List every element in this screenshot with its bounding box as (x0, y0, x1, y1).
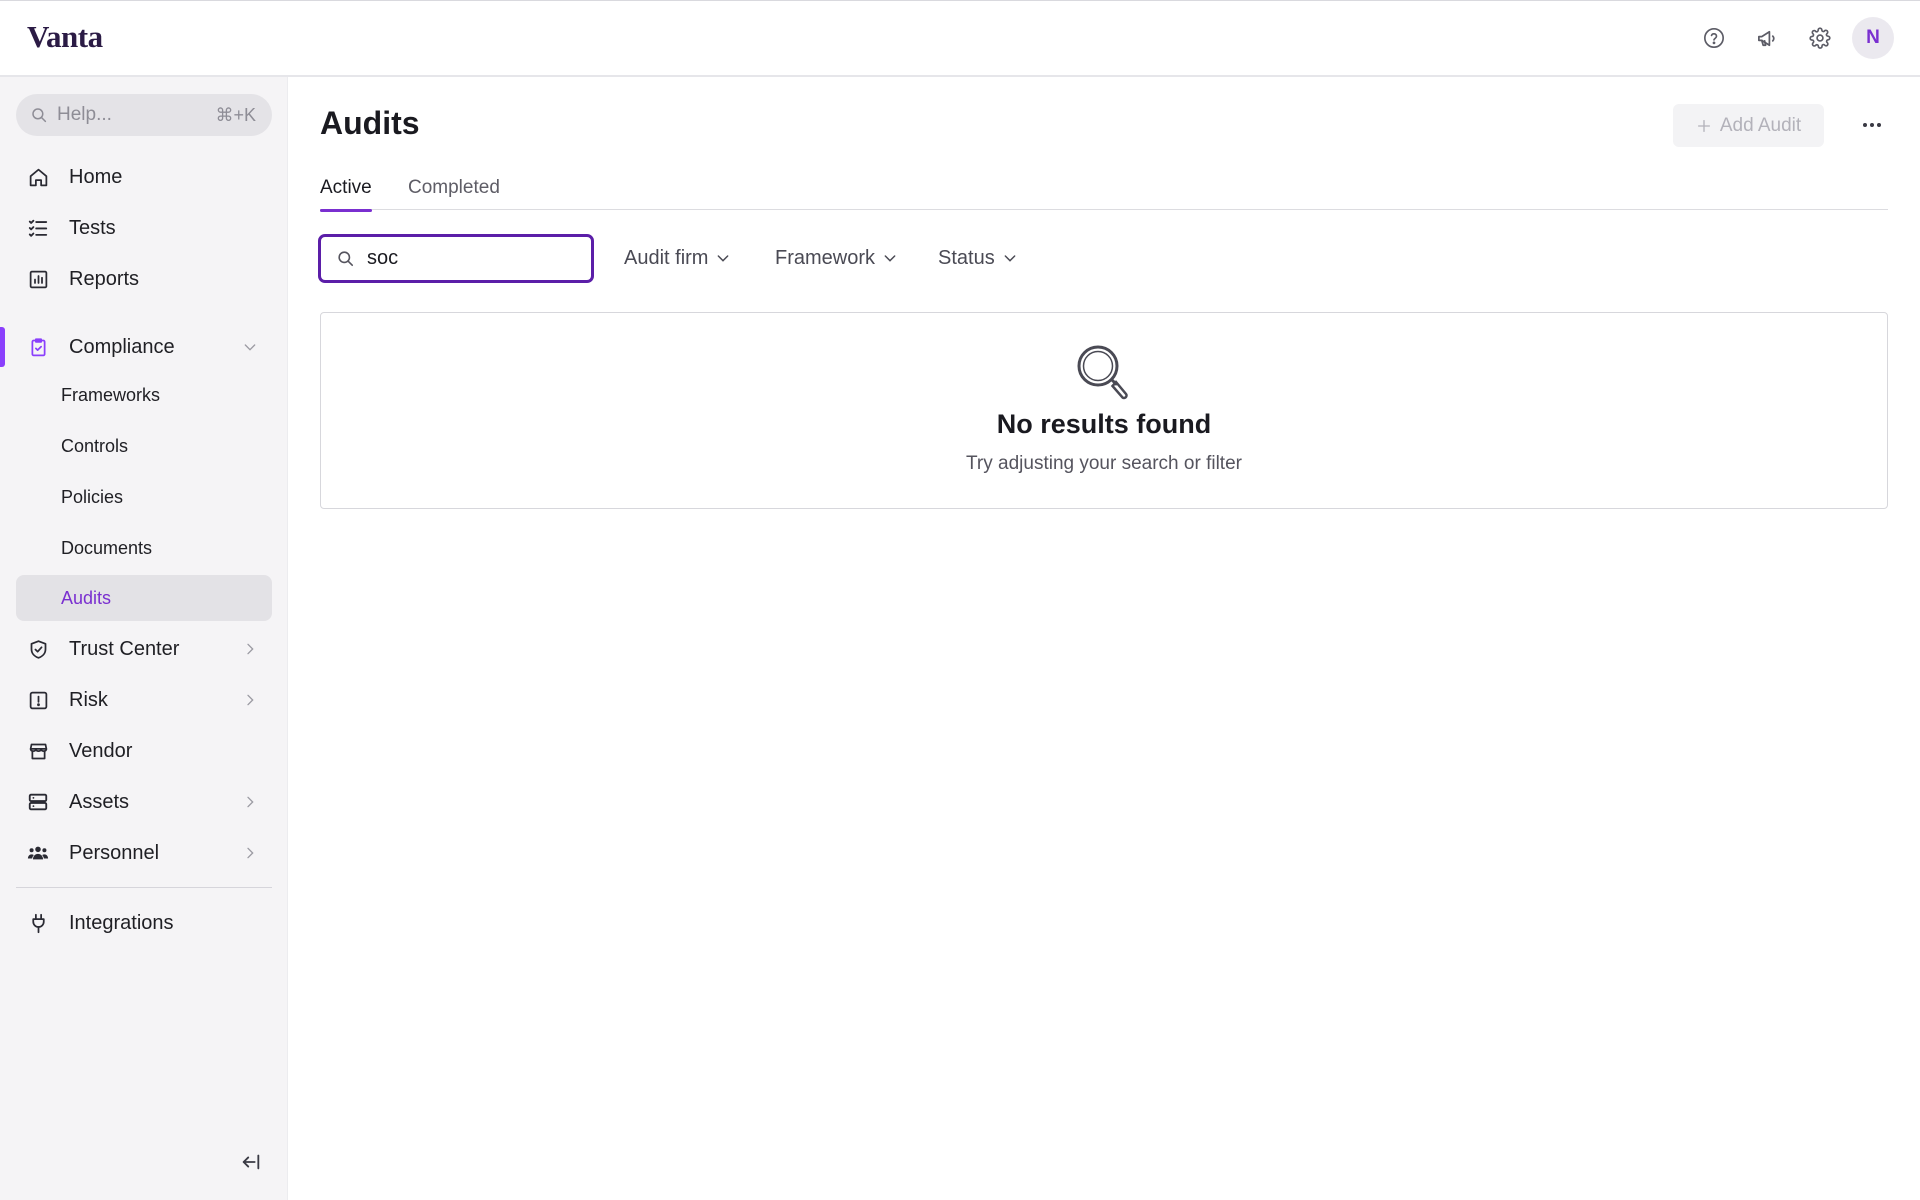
keyboard-shortcut: ⌘+K (215, 104, 256, 125)
sidebar-item-compliance[interactable]: Compliance (16, 324, 272, 370)
sidebar-item-documents[interactable]: Documents (16, 525, 272, 571)
framework-filter[interactable]: Framework (775, 240, 898, 276)
sidebar-item-frameworks[interactable]: Frameworks (16, 372, 272, 418)
chevron-right-icon[interactable] (240, 639, 260, 659)
sidebar-item-label: Frameworks (61, 384, 161, 405)
sidebar-item-vendor[interactable]: Vendor (16, 728, 272, 774)
tab-active[interactable]: Active (320, 177, 372, 212)
filter-label: Framework (775, 246, 876, 269)
chevron-down-icon[interactable] (240, 337, 260, 357)
megaphone-icon[interactable] (1746, 17, 1788, 59)
chevron-down-icon (882, 250, 898, 266)
sidebar-item-label: Assets (69, 790, 130, 813)
sidebar: Help... ⌘+K Home Tests Reports Complianc… (0, 77, 288, 1200)
sidebar-item-policies[interactable]: Policies (16, 474, 272, 520)
chevron-right-icon[interactable] (240, 843, 260, 863)
help-circle-icon[interactable] (1693, 17, 1735, 59)
sidebar-item-label: Risk (69, 688, 108, 711)
empty-state-subtitle: Try adjusting your search or filter (966, 453, 1242, 474)
sidebar-item-label: Home (69, 165, 123, 188)
tab-completed[interactable]: Completed (408, 177, 500, 210)
alert-square-icon (26, 688, 50, 712)
filter-label: Status (938, 246, 995, 269)
sidebar-item-reports[interactable]: Reports (16, 256, 272, 302)
more-options-icon[interactable] (1852, 107, 1892, 143)
sidebar-item-assets[interactable]: Assets (16, 779, 272, 825)
sidebar-item-label: Personnel (69, 841, 160, 864)
home-icon (26, 165, 50, 189)
active-indicator (0, 327, 5, 367)
chevron-down-icon (1002, 250, 1018, 266)
chevron-right-icon[interactable] (240, 792, 260, 812)
search-icon (30, 106, 48, 124)
collapse-sidebar-icon[interactable] (236, 1147, 266, 1177)
shield-check-icon (26, 637, 50, 661)
search-icon (336, 249, 355, 268)
sidebar-item-label: Reports (69, 267, 140, 290)
checklist-icon (26, 216, 50, 240)
sidebar-item-label: Vendor (69, 739, 133, 762)
gear-icon[interactable] (1799, 17, 1841, 59)
sidebar-item-trust-center[interactable]: Trust Center (16, 626, 272, 672)
vanta-logo[interactable]: Vanta (27, 19, 103, 55)
report-chart-icon (26, 267, 50, 291)
sidebar-item-label: Documents (61, 537, 153, 558)
sidebar-item-label: Tests (69, 216, 116, 239)
sidebar-item-audits[interactable]: Audits (16, 575, 272, 621)
clipboard-check-icon (26, 335, 50, 359)
audit-search-input[interactable]: soc (318, 234, 594, 283)
empty-state-title: No results found (996, 409, 1212, 439)
sidebar-item-label: Integrations (69, 911, 174, 934)
user-avatar[interactable]: N (1852, 17, 1894, 59)
help-search-placeholder: Help... (57, 104, 112, 125)
status-filter[interactable]: Status (938, 240, 1018, 276)
sidebar-item-label: Compliance (69, 335, 175, 358)
storefront-icon (26, 739, 50, 763)
plus-icon (1696, 118, 1712, 134)
sidebar-divider (16, 887, 272, 888)
chevron-down-icon (715, 250, 731, 266)
sidebar-item-integrations[interactable]: Integrations (16, 900, 272, 946)
sidebar-item-label: Audits (61, 587, 112, 608)
add-audit-label: Add Audit (1719, 114, 1802, 136)
top-actions: N (1682, 17, 1894, 59)
audit-tabs: Active Completed (320, 177, 1888, 212)
empty-state: No results found Try adjusting your sear… (320, 312, 1888, 509)
sidebar-item-home[interactable]: Home (16, 154, 272, 200)
sidebar-item-label: Controls (61, 435, 129, 456)
add-audit-button[interactable]: Add Audit (1673, 104, 1824, 147)
top-bar: Vanta N (0, 0, 1920, 77)
sidebar-item-risk[interactable]: Risk (16, 677, 272, 723)
plug-icon (26, 911, 50, 935)
sidebar-item-tests[interactable]: Tests (16, 205, 272, 251)
magnifying-glass-icon (1075, 343, 1137, 401)
main-content: Audits Add Audit Active Completed soc Au… (288, 77, 1920, 1200)
chevron-right-icon[interactable] (240, 690, 260, 710)
sidebar-item-label: Trust Center (69, 637, 180, 660)
sidebar-item-label: Policies (61, 486, 124, 507)
sidebar-item-controls[interactable]: Controls (16, 423, 272, 469)
audit-firm-filter[interactable]: Audit firm (624, 240, 731, 276)
help-search-input[interactable]: Help... ⌘+K (16, 94, 272, 136)
search-value: soc (367, 247, 399, 269)
filter-label: Audit firm (624, 246, 709, 269)
server-icon (26, 790, 50, 814)
sidebar-item-personnel[interactable]: Personnel (16, 830, 272, 876)
page-title: Audits (320, 105, 420, 141)
people-icon (26, 841, 50, 865)
